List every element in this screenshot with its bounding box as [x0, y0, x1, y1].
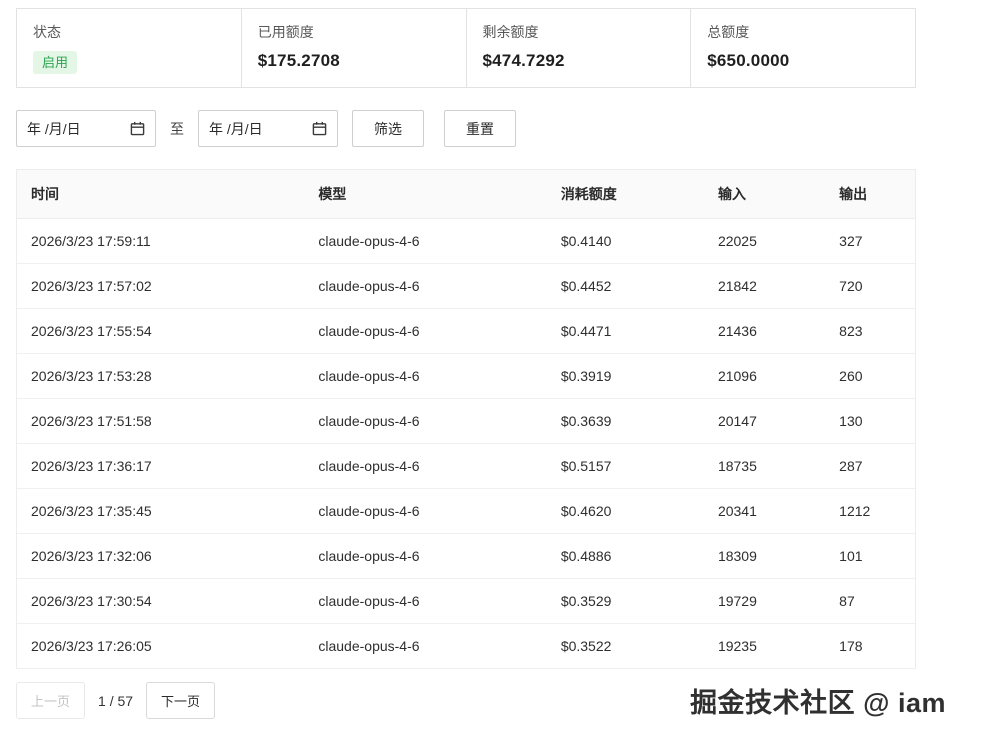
stat-card-used-quota: 已用额度 $175.2708 — [242, 8, 467, 88]
table-cell: 130 — [825, 399, 915, 444]
table-cell: $0.4452 — [547, 264, 704, 309]
table-cell: $0.3639 — [547, 399, 704, 444]
table-row: 2026/3/23 17:35:45claude-opus-4-6$0.4620… — [17, 489, 915, 534]
table-row: 2026/3/23 17:36:17claude-opus-4-6$0.5157… — [17, 444, 915, 489]
prev-page-button[interactable]: 上一页 — [16, 682, 85, 719]
table-cell: 1212 — [825, 489, 915, 534]
col-header-model: 模型 — [304, 170, 546, 219]
usage-table: 时间 模型 消耗额度 输入 输出 2026/3/23 17:59:11claud… — [16, 169, 916, 669]
to-label: 至 — [170, 119, 184, 139]
table-cell: 178 — [825, 624, 915, 669]
table-cell: claude-opus-4-6 — [304, 624, 546, 669]
col-header-consumed-quota: 消耗额度 — [547, 170, 704, 219]
table-cell: 2026/3/23 17:59:11 — [17, 219, 304, 264]
stat-label-total-quota: 总额度 — [707, 22, 899, 42]
date-input-start[interactable]: 年 /月/日 — [16, 110, 156, 147]
table-cell: $0.4471 — [547, 309, 704, 354]
table-row: 2026/3/23 17:30:54claude-opus-4-6$0.3529… — [17, 579, 915, 624]
table-cell: 19235 — [704, 624, 825, 669]
table-cell: 18309 — [704, 534, 825, 579]
next-page-button[interactable]: 下一页 — [146, 682, 215, 719]
table-cell: 2026/3/23 17:53:28 — [17, 354, 304, 399]
table-cell: 823 — [825, 309, 915, 354]
stats-row: 状态 启用 已用额度 $175.2708 剩余额度 $474.7292 总额度 … — [16, 8, 916, 88]
table-cell: 21436 — [704, 309, 825, 354]
reset-button[interactable]: 重置 — [444, 110, 516, 147]
filter-row: 年 /月/日 至 年 /月/日 筛选 — [16, 110, 968, 147]
usage-table-body: 2026/3/23 17:59:11claude-opus-4-6$0.4140… — [17, 219, 915, 669]
table-row: 2026/3/23 17:59:11claude-opus-4-6$0.4140… — [17, 219, 915, 264]
stat-value-used-quota: $175.2708 — [258, 51, 450, 71]
status-badge: 启用 — [33, 51, 77, 74]
table-cell: $0.4140 — [547, 219, 704, 264]
table-cell: 21096 — [704, 354, 825, 399]
table-cell: claude-opus-4-6 — [304, 579, 546, 624]
table-cell: claude-opus-4-6 — [304, 444, 546, 489]
date-end-placeholder: 年 /月/日 — [209, 119, 263, 139]
table-cell: 327 — [825, 219, 915, 264]
table-cell: 720 — [825, 264, 915, 309]
table-cell: 2026/3/23 17:55:54 — [17, 309, 304, 354]
table-cell: $0.5157 — [547, 444, 704, 489]
table-cell: 2026/3/23 17:35:45 — [17, 489, 304, 534]
stat-label-remaining-quota: 剩余额度 — [483, 22, 675, 42]
filter-button[interactable]: 筛选 — [352, 110, 424, 147]
table-cell: claude-opus-4-6 — [304, 264, 546, 309]
stat-card-status: 状态 启用 — [16, 8, 242, 88]
table-row: 2026/3/23 17:26:05claude-opus-4-6$0.3522… — [17, 624, 915, 669]
col-header-input: 输入 — [704, 170, 825, 219]
table-cell: $0.4620 — [547, 489, 704, 534]
stat-card-total-quota: 总额度 $650.0000 — [691, 8, 916, 88]
col-header-output: 输出 — [825, 170, 915, 219]
table-cell: 2026/3/23 17:30:54 — [17, 579, 304, 624]
table-header-row: 时间 模型 消耗额度 输入 输出 — [17, 170, 915, 219]
date-input-end[interactable]: 年 /月/日 — [198, 110, 338, 147]
table-cell: 20147 — [704, 399, 825, 444]
col-header-time: 时间 — [17, 170, 304, 219]
table-cell: 101 — [825, 534, 915, 579]
table-cell: 19729 — [704, 579, 825, 624]
pagination: 上一页 1 / 57 下一页 — [16, 682, 968, 719]
table-cell: 2026/3/23 17:26:05 — [17, 624, 304, 669]
table-cell: claude-opus-4-6 — [304, 219, 546, 264]
stat-label-status: 状态 — [33, 22, 225, 42]
table-cell: 260 — [825, 354, 915, 399]
table-cell: 2026/3/23 17:36:17 — [17, 444, 304, 489]
table-cell: 22025 — [704, 219, 825, 264]
page-info: 1 / 57 — [98, 693, 133, 709]
table-row: 2026/3/23 17:51:58claude-opus-4-6$0.3639… — [17, 399, 915, 444]
table-cell: 20341 — [704, 489, 825, 534]
table-cell: claude-opus-4-6 — [304, 399, 546, 444]
table-cell: 2026/3/23 17:32:06 — [17, 534, 304, 579]
calendar-icon[interactable] — [312, 121, 327, 136]
table-cell: 2026/3/23 17:57:02 — [17, 264, 304, 309]
table-cell: $0.3522 — [547, 624, 704, 669]
stat-value-remaining-quota: $474.7292 — [483, 51, 675, 71]
date-start-placeholder: 年 /月/日 — [27, 119, 81, 139]
stat-card-remaining-quota: 剩余额度 $474.7292 — [467, 8, 692, 88]
table-row: 2026/3/23 17:57:02claude-opus-4-6$0.4452… — [17, 264, 915, 309]
table-cell: claude-opus-4-6 — [304, 309, 546, 354]
table-cell: 87 — [825, 579, 915, 624]
table-cell: 18735 — [704, 444, 825, 489]
table-cell: $0.4886 — [547, 534, 704, 579]
table-cell: claude-opus-4-6 — [304, 534, 546, 579]
table-cell: claude-opus-4-6 — [304, 489, 546, 534]
table-cell: $0.3529 — [547, 579, 704, 624]
calendar-icon[interactable] — [130, 121, 145, 136]
table-row: 2026/3/23 17:53:28claude-opus-4-6$0.3919… — [17, 354, 915, 399]
table-cell: 2026/3/23 17:51:58 — [17, 399, 304, 444]
table-cell: 287 — [825, 444, 915, 489]
table-cell: $0.3919 — [547, 354, 704, 399]
table-cell: 21842 — [704, 264, 825, 309]
table-row: 2026/3/23 17:55:54claude-opus-4-6$0.4471… — [17, 309, 915, 354]
stat-label-used-quota: 已用额度 — [258, 22, 450, 42]
table-cell: claude-opus-4-6 — [304, 354, 546, 399]
usage-page: 状态 启用 已用额度 $175.2708 剩余额度 $474.7292 总额度 … — [0, 0, 984, 719]
table-row: 2026/3/23 17:32:06claude-opus-4-6$0.4886… — [17, 534, 915, 579]
stat-value-total-quota: $650.0000 — [707, 51, 899, 71]
